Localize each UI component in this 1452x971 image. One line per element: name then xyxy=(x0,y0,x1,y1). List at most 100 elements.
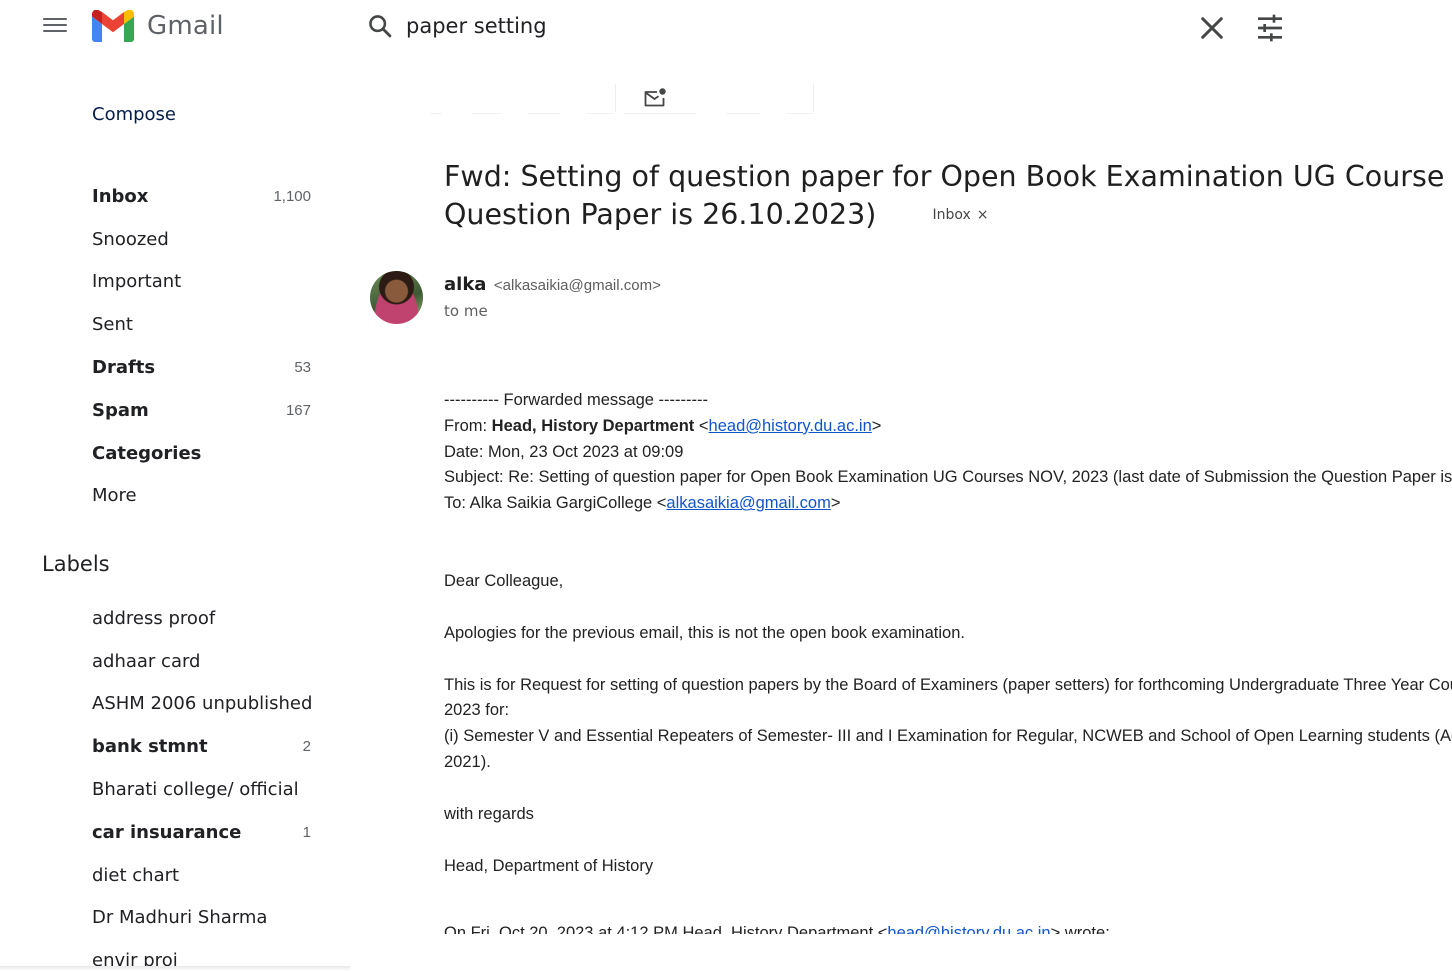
sidebar-bottom-shadow xyxy=(0,966,350,971)
search-icon[interactable] xyxy=(366,12,394,40)
label-name: car insuarance xyxy=(92,821,242,843)
fwd-to-line: To: Alka Saikia GargiCollege <alkasaikia… xyxy=(444,491,1452,517)
greeting-text: Dear Colleague, xyxy=(444,571,564,590)
quote-email-link[interactable]: head@history.du.ac.in xyxy=(887,924,1050,934)
request-text: This is for Request for setting of quest… xyxy=(444,675,1452,694)
fwd-from-line: From: Head, History Department <head@his… xyxy=(444,414,1452,440)
label-chip-text: Inbox xyxy=(932,207,971,223)
subject-line: Fwd: Setting of question paper for Open … xyxy=(444,160,1444,193)
sender-email: <alkasaikia@gmail.com> xyxy=(493,277,661,294)
toolbar-divider xyxy=(472,113,502,114)
mark-unread-icon[interactable] xyxy=(642,86,668,110)
label-item[interactable]: Dr Madhuri Sharma xyxy=(92,897,317,940)
label-name: Bharati college/ official xyxy=(92,779,299,801)
unread-count: 167 xyxy=(285,401,311,419)
label-name: Dr Madhuri Sharma xyxy=(92,907,268,929)
toolbar-divider xyxy=(615,84,616,112)
sidebar-item-label: Sent xyxy=(92,314,133,336)
quote-prefix: On Fri, Oct 20, 2023 at 4:12 PM Head, Hi… xyxy=(444,924,888,935)
angle-close: > xyxy=(871,416,882,435)
sidebar-item-snoozed[interactable]: Snoozed xyxy=(92,218,317,261)
clear-search-icon[interactable] xyxy=(1196,12,1228,44)
menu-icon-bar xyxy=(43,30,67,32)
fwd-date-line: Date: Mon, 23 Oct 2023 at 09:09 xyxy=(444,442,684,461)
fwd-subject-line: Subject: Re: Setting of question paper f… xyxy=(444,468,1452,487)
subject-line: Question Paper is 26.10.2023) Inbox × xyxy=(444,196,1444,234)
recipient-details[interactable]: to me xyxy=(444,302,488,320)
sidebar-item-label: More xyxy=(92,485,137,507)
remove-label-icon[interactable]: × xyxy=(977,196,989,234)
sidebar-item-drafts[interactable]: Drafts 53 xyxy=(92,346,317,389)
fwd-from-name: Head, History Department xyxy=(491,416,695,435)
gmail-wordmark: Gmail xyxy=(147,11,224,41)
sidebar-item-label: Drafts xyxy=(92,357,156,379)
sidebar-item-spam[interactable]: Spam 167 xyxy=(92,389,317,432)
sidebar-nav: Inbox 1,100 Snoozed Important Sent Draft… xyxy=(92,175,317,517)
sidebar-item-label: Inbox xyxy=(92,185,149,207)
sidebar-item-sent[interactable]: Sent xyxy=(92,303,317,346)
angle-open: < xyxy=(694,416,709,435)
toolbar-divider xyxy=(528,113,560,114)
apology-text: Apologies for the previous email, this i… xyxy=(444,623,965,642)
message-toolbar xyxy=(430,84,814,114)
fwd-to-email-link[interactable]: alkasaikia@gmail.com xyxy=(666,494,830,512)
request-text: 2023 for: xyxy=(444,701,510,720)
label-item[interactable]: bank stmnt 2 xyxy=(92,725,317,768)
label-item[interactable]: Bharati college/ official xyxy=(92,768,317,811)
label-item[interactable]: adhaar card xyxy=(92,640,317,683)
toolbar-divider xyxy=(624,113,696,114)
label-name: bank stmnt xyxy=(92,736,208,758)
toolbar-divider xyxy=(586,113,614,114)
menu-icon-bar xyxy=(43,18,67,20)
sidebar-item-label: Categories xyxy=(92,442,202,464)
sidebar-item-categories[interactable]: Categories xyxy=(92,432,317,475)
search-bar xyxy=(360,4,1300,48)
signature-text: Head, Department of History xyxy=(444,856,654,875)
label-item[interactable]: diet chart xyxy=(92,854,317,897)
gmail-m-icon xyxy=(92,10,134,42)
toolbar-divider xyxy=(813,84,814,112)
sidebar-item-important[interactable]: Important xyxy=(92,261,317,304)
search-options-icon[interactable] xyxy=(1254,12,1286,44)
quoted-header: On Fri, Oct 20, 2023 at 4:12 PM Head, Hi… xyxy=(444,921,1452,934)
angle-close: > xyxy=(830,494,841,513)
gmail-logo[interactable]: Gmail xyxy=(92,8,224,44)
sidebar-item-label: Spam xyxy=(92,399,149,421)
sender-name[interactable]: alka xyxy=(444,274,486,295)
sidebar-item-more[interactable]: More xyxy=(92,475,317,518)
label-item[interactable]: address proof xyxy=(92,597,317,640)
quote-suffix: > wrote: xyxy=(1050,924,1110,935)
sender-avatar[interactable] xyxy=(370,271,423,324)
menu-icon-bar xyxy=(43,24,67,26)
search-input[interactable] xyxy=(406,10,1186,42)
sidebar-item-label: Snoozed xyxy=(92,228,169,250)
forwarded-header: ---------- Forwarded message --------- xyxy=(444,391,708,409)
toolbar-divider xyxy=(430,113,442,114)
label-item[interactable]: ASHM 2006 unpublished xyxy=(92,683,317,726)
exam-item-text: (i) Semester V and Essential Repeaters o… xyxy=(444,727,1452,746)
label-name: diet chart xyxy=(92,864,180,886)
fwd-from-prefix: From: xyxy=(444,416,492,435)
toolbar-divider xyxy=(786,113,814,114)
labels-list: address proof adhaar card ASHM 2006 unpu… xyxy=(92,597,317,971)
main-menu-button[interactable] xyxy=(40,14,70,38)
unread-count: 1,100 xyxy=(273,187,311,205)
label-item[interactable]: car insuarance 1 xyxy=(92,811,317,854)
labels-heading: Labels xyxy=(42,552,110,576)
label-name: address proof xyxy=(92,607,216,629)
inbox-label-chip[interactable]: Inbox × xyxy=(932,196,988,234)
sidebar-item-label: Important xyxy=(92,271,182,293)
toolbar-divider xyxy=(726,113,760,114)
compose-button[interactable]: Compose xyxy=(92,104,176,125)
unread-count: 1 xyxy=(302,823,311,841)
sender-info: alka <alkasaikia@gmail.com> xyxy=(444,274,661,295)
sidebar-item-inbox[interactable]: Inbox 1,100 xyxy=(92,175,317,218)
fwd-to-prefix: To: Alka Saikia GargiCollege < xyxy=(444,494,667,513)
fwd-from-email-link[interactable]: head@history.du.ac.in xyxy=(709,417,872,435)
